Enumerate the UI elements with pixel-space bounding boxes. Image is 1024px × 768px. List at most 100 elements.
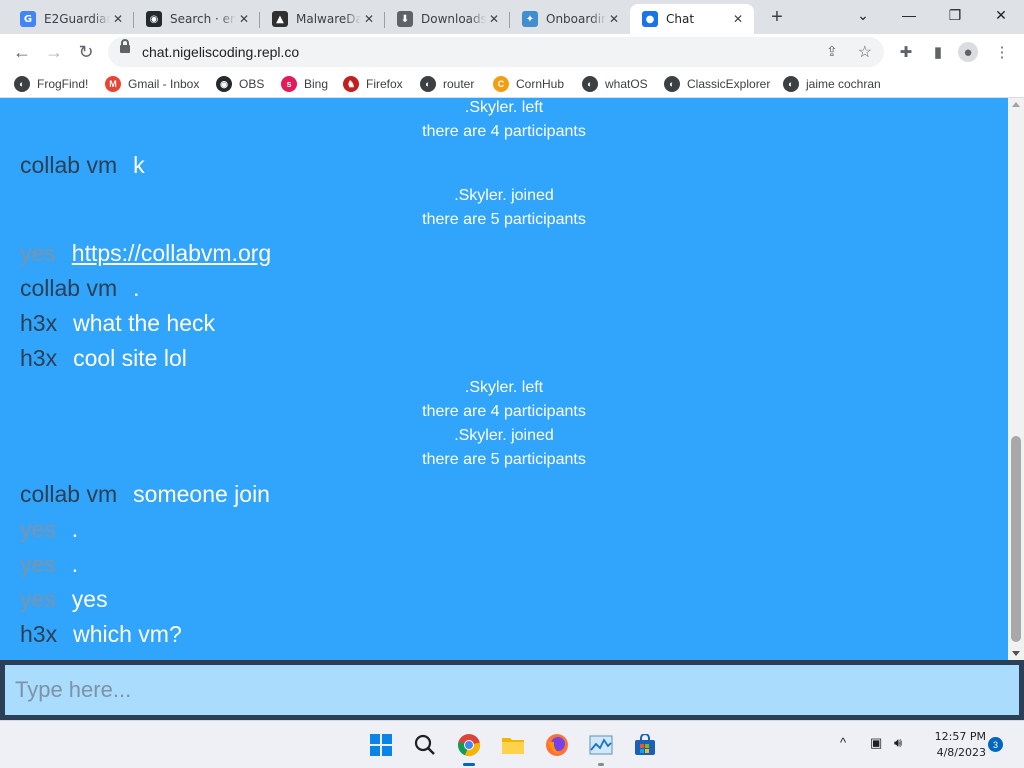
- tab-title: Onboardin: [546, 12, 606, 26]
- tab-github[interactable]: ◉ Search · en ✕: [134, 4, 260, 34]
- close-tab-icon[interactable]: ✕: [236, 11, 252, 27]
- globe-icon: ◐: [420, 76, 436, 92]
- tab-title: MalwareDa: [296, 12, 361, 26]
- browser-toolbar: ← → ↻ chat.nigeliscoding.repl.co ⇪ ☆ ✚ ▮…: [0, 34, 1024, 70]
- download-icon: ⬇: [397, 11, 413, 27]
- profile-avatar[interactable]: ●: [958, 42, 978, 62]
- address-bar[interactable]: chat.nigeliscoding.repl.co ⇪ ☆: [108, 37, 884, 67]
- tab-google[interactable]: G E2Guardian ✕: [8, 4, 134, 34]
- url-text[interactable]: chat.nigeliscoding.repl.co: [142, 44, 299, 60]
- bookmark-item[interactable]: ◐ router: [420, 76, 474, 92]
- system-notice: .Skyler. left there are 4 participants .…: [0, 376, 1008, 472]
- page-scrollbar[interactable]: [1008, 98, 1024, 660]
- cornhub-icon: C: [493, 76, 509, 92]
- bookmark-star-icon[interactable]: ☆: [858, 42, 872, 62]
- message-username: collab vm: [20, 151, 118, 178]
- folder-icon: [502, 738, 524, 754]
- globe-icon: ◐: [783, 76, 799, 92]
- close-window-button[interactable]: ✕: [978, 0, 1024, 30]
- bookmark-label: router: [443, 77, 475, 91]
- tab-download[interactable]: ⬇ Downloads ✕: [385, 4, 510, 34]
- new-tab-button[interactable]: +: [763, 5, 791, 29]
- close-tab-icon[interactable]: ✕: [730, 11, 746, 27]
- file-explorer-app[interactable]: [498, 730, 528, 760]
- notification-badge[interactable]: 3: [988, 737, 1003, 752]
- close-tab-icon[interactable]: ✕: [110, 11, 126, 27]
- globe-icon: ◐: [14, 76, 30, 92]
- store-app[interactable]: [630, 730, 660, 760]
- firefox-app[interactable]: [542, 730, 572, 760]
- bookmark-label: jaime cochran: [806, 77, 881, 91]
- bookmark-item[interactable]: C CornHub: [493, 76, 564, 92]
- google-icon: G: [20, 11, 36, 27]
- bookmark-item[interactable]: ◐ jaime cochran: [783, 76, 881, 92]
- tab-malwaredata[interactable]: ▲ MalwareDa ✕: [260, 4, 385, 34]
- task-manager-app[interactable]: [586, 730, 616, 766]
- chat-page: .Skyler. left there are 4 participants c…: [0, 98, 1008, 660]
- bookmark-item[interactable]: ♞ Firefox: [343, 76, 403, 92]
- restore-button[interactable]: ❐: [932, 0, 978, 30]
- minimize-button[interactable]: —: [886, 0, 932, 30]
- scrollbar-thumb[interactable]: [1011, 436, 1021, 642]
- bookmark-label: FrogFind!: [37, 77, 89, 91]
- system-line: .Skyler. joined: [454, 187, 554, 204]
- bookmark-item[interactable]: s Bing: [281, 76, 328, 92]
- start-button[interactable]: [366, 730, 396, 760]
- bookmark-label: Firefox: [366, 77, 403, 91]
- close-tab-icon[interactable]: ✕: [361, 11, 377, 27]
- side-panel-icon[interactable]: ▮: [928, 42, 948, 62]
- chrome-app[interactable]: [454, 730, 484, 766]
- bookmark-item[interactable]: M Gmail - Inbox: [105, 76, 199, 92]
- show-hidden-icons-chevron-icon[interactable]: ^: [840, 735, 846, 750]
- taskbar-clock[interactable]: 12:57 PM 4/8/2023: [918, 729, 986, 761]
- message-link[interactable]: https://collabvm.org: [72, 240, 271, 267]
- menu-icon[interactable]: ⋮: [992, 42, 1012, 62]
- task-manager-icon: [589, 735, 613, 755]
- message-composer: [0, 660, 1024, 720]
- scroll-up-icon[interactable]: [1012, 102, 1020, 107]
- taskbar: ^ ▣ 🔊︎ 12:57 PM 4/8/2023 3: [0, 720, 1024, 768]
- network-icon[interactable]: ▣: [870, 735, 882, 751]
- back-button[interactable]: ←: [8, 38, 36, 66]
- scroll-down-icon[interactable]: [1012, 651, 1020, 656]
- close-tab-icon[interactable]: ✕: [606, 11, 622, 27]
- chat-message: h3x cool site lol: [20, 342, 187, 374]
- system-line: .Skyler. left: [464, 379, 544, 396]
- system-line: there are 4 participants: [422, 403, 586, 420]
- message-username: yes: [20, 515, 56, 542]
- share-icon[interactable]: ⇪: [826, 43, 844, 61]
- chat-message: h3x which vm?: [20, 618, 182, 650]
- bookmark-item[interactable]: ◐ ClassicExplorer: [664, 76, 770, 92]
- forward-button[interactable]: →: [40, 38, 68, 66]
- lock-icon[interactable]: [120, 39, 130, 53]
- chat-message: collab vm someone join: [20, 478, 270, 510]
- clock-time: 12:57 PM: [934, 730, 986, 743]
- chrome-icon: [458, 734, 481, 757]
- tab-replit-onboarding[interactable]: ✦ Onboardin ✕: [510, 4, 630, 34]
- extensions-icon[interactable]: ✚: [896, 42, 916, 62]
- tab-chat[interactable]: ● Chat ✕: [630, 4, 754, 34]
- chat-message: collab vm k: [20, 149, 145, 181]
- message-username: collab vm: [20, 480, 118, 507]
- bookmark-item[interactable]: ◉ OBS: [216, 76, 264, 92]
- bookmark-item[interactable]: ◐ whatOS: [582, 76, 648, 92]
- system-line: there are 4 participants: [422, 123, 586, 140]
- gmail-icon: M: [105, 76, 121, 92]
- bookmark-label: ClassicExplorer: [687, 77, 771, 91]
- tab-title: E2Guardian: [44, 12, 110, 26]
- bookmark-label: OBS: [239, 77, 265, 91]
- message-text: cool site lol: [73, 344, 187, 371]
- message-input[interactable]: [5, 665, 1019, 715]
- sky-icon: s: [281, 76, 297, 92]
- message-username: yes: [20, 585, 56, 612]
- message-text: .: [71, 550, 79, 577]
- close-tab-icon[interactable]: ✕: [486, 11, 502, 27]
- reload-button[interactable]: ↻: [72, 38, 100, 66]
- tab-search-button[interactable]: ⌄: [840, 0, 886, 30]
- volume-icon[interactable]: 🔊︎: [894, 735, 902, 751]
- message-text: what the heck: [73, 309, 216, 336]
- chat-message: collab vm .: [20, 272, 140, 304]
- message-text: .: [71, 515, 79, 542]
- search-button[interactable]: [410, 730, 440, 760]
- bookmark-item[interactable]: ◐ FrogFind!: [14, 76, 88, 92]
